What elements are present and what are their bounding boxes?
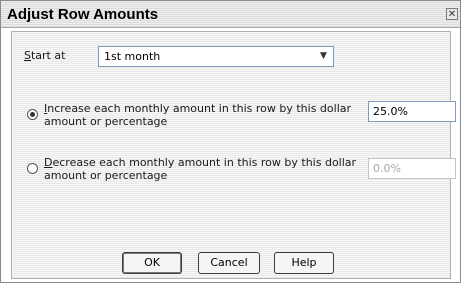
start-at-selected-value: 1st month	[104, 50, 161, 63]
increase-radio-dot	[30, 112, 35, 117]
dialog-content: Start at 1st month ▼ Increase each month…	[11, 31, 456, 279]
start-at-accel: S	[24, 49, 31, 62]
increase-line-2: amount or percentage	[44, 115, 168, 128]
increase-amount-field[interactable]: 25.0%	[368, 101, 456, 122]
start-at-select[interactable]: 1st month ▼	[98, 46, 334, 67]
decrease-amount-field[interactable]: 0.0%	[368, 158, 456, 179]
increase-option-label[interactable]: Increase each monthly amount in this row…	[44, 102, 351, 128]
help-button[interactable]: Help	[274, 252, 334, 274]
close-icon[interactable]: ✕	[446, 8, 458, 20]
decrease-radio[interactable]	[27, 163, 38, 174]
start-at-label-rest: tart at	[30, 49, 66, 62]
title-bar: Adjust Row Amounts ✕	[1, 1, 460, 28]
dialog-title: Adjust Row Amounts	[7, 6, 159, 23]
adjust-row-amounts-dialog: Adjust Row Amounts ✕ Start at 1st month …	[0, 0, 461, 283]
start-at-label: Start at	[24, 49, 65, 62]
chevron-down-icon[interactable]: ▼	[317, 50, 330, 63]
decrease-line-1: Decrease each monthly amount in this row…	[44, 156, 356, 169]
increase-radio[interactable]	[27, 109, 38, 120]
decrease-line-1-rest: ecrease each monthly amount in this row …	[52, 156, 357, 169]
cancel-button[interactable]: Cancel	[198, 252, 260, 274]
increase-line-1: Increase each monthly amount in this row…	[44, 102, 351, 115]
ok-button[interactable]: OK	[122, 252, 182, 274]
increase-line-1-rest: ncrease each monthly amount in this row …	[47, 102, 352, 115]
decrease-line-2: amount or percentage	[44, 169, 168, 182]
decrease-option-label[interactable]: Decrease each monthly amount in this row…	[44, 156, 356, 182]
